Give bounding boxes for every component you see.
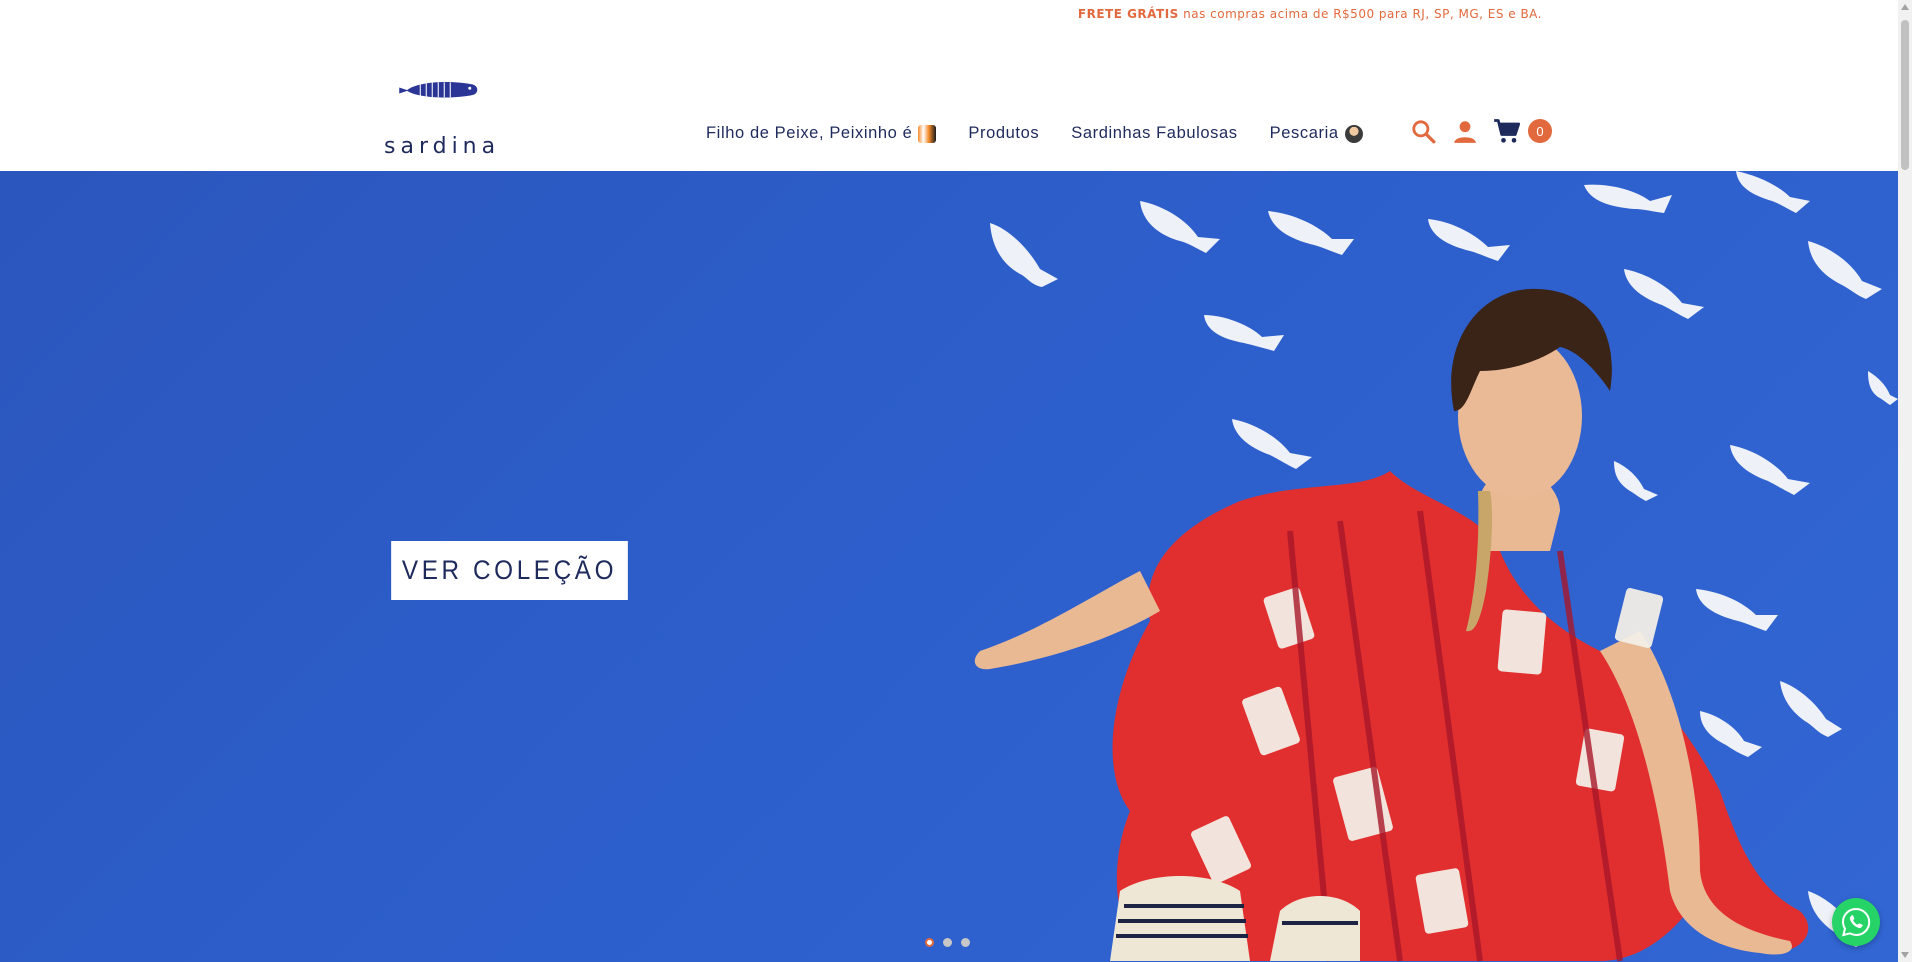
cart-count-badge[interactable]: 0 [1528, 119, 1552, 143]
site-header: sardina Filho de Peixe, Peixinho é Produ… [0, 30, 1898, 171]
nav-item-label: Filho de Peixe, Peixinho é [706, 124, 913, 142]
scroll-down-arrow-icon[interactable] [1901, 952, 1909, 958]
promo-text: FRETE GRÁTIS nas compras acima de R$500 … [1077, 7, 1542, 21]
carousel-dot-2[interactable] [943, 938, 952, 947]
nav-item-sardinhas-fabulosas[interactable]: Sardinhas Fabulosas [1071, 124, 1237, 143]
user-icon[interactable] [1450, 116, 1480, 146]
hero-banner[interactable]: VER COLEÇÃO [0, 171, 1898, 962]
person-emoji-icon [1344, 124, 1363, 143]
hero-illustration [974, 171, 1898, 962]
fish-emoji-icon [918, 124, 937, 143]
logo-wordmark[interactable]: sardina [384, 134, 500, 159]
ver-colecao-button[interactable]: VER COLEÇÃO [391, 541, 628, 600]
search-icon[interactable] [1408, 116, 1438, 146]
nav-item-label: Sardinhas Fabulosas [1071, 124, 1238, 142]
nav-item-label: Pescaria [1269, 124, 1339, 142]
nav-item-produtos[interactable]: Produtos [968, 124, 1039, 143]
scrollbar-thumb[interactable] [1901, 20, 1909, 170]
whatsapp-icon [1841, 907, 1871, 937]
promo-bar: FRETE GRÁTIS nas compras acima de R$500 … [0, 0, 1898, 30]
page-scrollbar[interactable] [1898, 0, 1912, 962]
whatsapp-button[interactable] [1832, 898, 1880, 946]
fish-cutout-icon [990, 223, 1058, 287]
nav-item-filho-de-peixe[interactable]: Filho de Peixe, Peixinho é [706, 124, 937, 143]
model-figure [974, 288, 1809, 962]
carousel-dot-3[interactable] [961, 938, 970, 947]
header-icons: 0 [1408, 116, 1552, 146]
main-nav: Filho de Peixe, Peixinho é Produtos Sard… [706, 124, 1363, 143]
carousel-dot-1[interactable] [925, 938, 934, 947]
cart-icon[interactable] [1492, 116, 1522, 146]
scroll-up-arrow-icon[interactable] [1901, 4, 1909, 10]
nav-item-pescaria[interactable]: Pescaria [1270, 124, 1363, 143]
logo-fish[interactable] [384, 74, 494, 104]
carousel-dots [925, 938, 970, 947]
nav-item-label: Produtos [968, 124, 1040, 142]
